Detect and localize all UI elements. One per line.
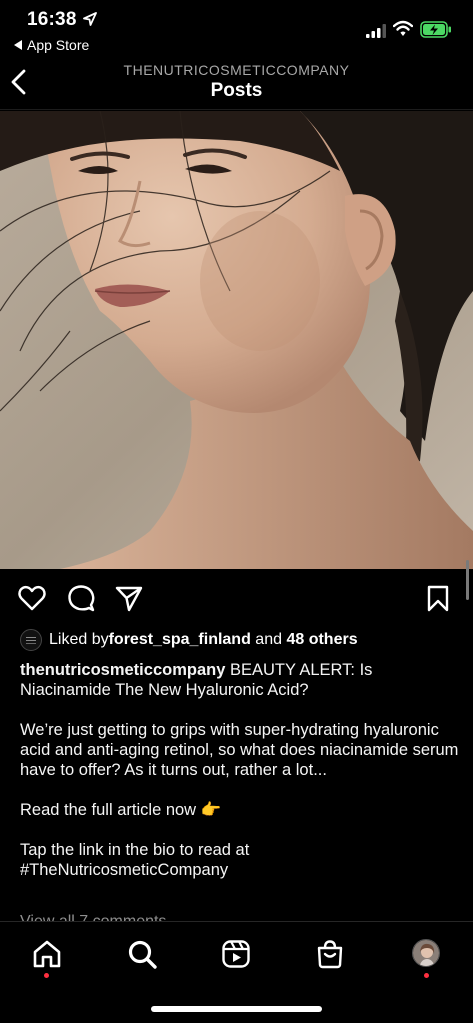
likes-others[interactable]: 48 others xyxy=(286,631,357,649)
comment-bubble-icon[interactable] xyxy=(66,583,96,613)
status-bar: 16:38 App Store xyxy=(0,0,473,60)
caption-headline: thenutricosmeticcompany BEAUTY ALERT: Is… xyxy=(20,660,460,700)
profile-notification-dot xyxy=(424,973,429,978)
battery-charging-icon xyxy=(420,21,451,38)
caption-paragraph-2: Read the full article now 👉 xyxy=(20,801,222,819)
home-icon[interactable] xyxy=(31,938,63,970)
profile-avatar[interactable] xyxy=(412,939,440,967)
search-icon[interactable] xyxy=(126,938,158,970)
location-arrow-icon xyxy=(83,12,97,26)
status-time: 16:38 xyxy=(27,9,77,30)
caption-paragraph-3-line-1: Tap the link in the bio to read at xyxy=(20,841,250,859)
liker-avatar[interactable] xyxy=(20,629,42,651)
back-to-app-link[interactable]: App Store xyxy=(14,37,89,53)
save-bookmark-icon[interactable] xyxy=(423,583,453,613)
shop-bag-icon[interactable] xyxy=(314,938,346,970)
back-app-label: App Store xyxy=(27,37,90,53)
likes-summary[interactable]: Liked by forest_spa_finland and 48 other… xyxy=(20,629,358,651)
reels-icon[interactable] xyxy=(220,938,252,970)
portrait-photo xyxy=(0,111,473,569)
profile-photo xyxy=(413,940,439,966)
view-comments-link[interactable]: View all 7 comments xyxy=(20,913,166,921)
post-caption: thenutricosmeticcompany BEAUTY ALERT: Is… xyxy=(20,660,460,880)
like-heart-icon[interactable] xyxy=(17,583,47,613)
account-name[interactable]: THENUTRICOSMETICCOMPANY xyxy=(0,62,473,78)
wifi-icon xyxy=(393,20,413,36)
liker-username[interactable]: forest_spa_finland xyxy=(109,631,251,649)
cellular-signal-icon xyxy=(366,24,386,38)
home-indicator[interactable] xyxy=(151,1006,322,1012)
post-actions xyxy=(0,581,473,617)
post-image[interactable] xyxy=(0,111,473,569)
caption-paragraph-3: Tap the link in the bio to read at #TheNu… xyxy=(20,840,460,880)
caption-username[interactable]: thenutricosmeticcompany xyxy=(20,661,225,679)
share-send-icon[interactable] xyxy=(114,583,144,613)
caption-paragraph-1: We’re just getting to grips with super-h… xyxy=(20,721,459,779)
post-header: THENUTRICOSMETICCOMPANY Posts xyxy=(0,56,473,110)
back-triangle-icon xyxy=(14,40,22,50)
page-title: Posts xyxy=(210,80,263,101)
hashtag-link[interactable]: #TheNutricosmeticCompany xyxy=(20,861,228,879)
likes-and: and xyxy=(250,631,287,648)
home-notification-dot xyxy=(44,973,49,978)
likes-prefix: Liked by xyxy=(49,631,109,648)
